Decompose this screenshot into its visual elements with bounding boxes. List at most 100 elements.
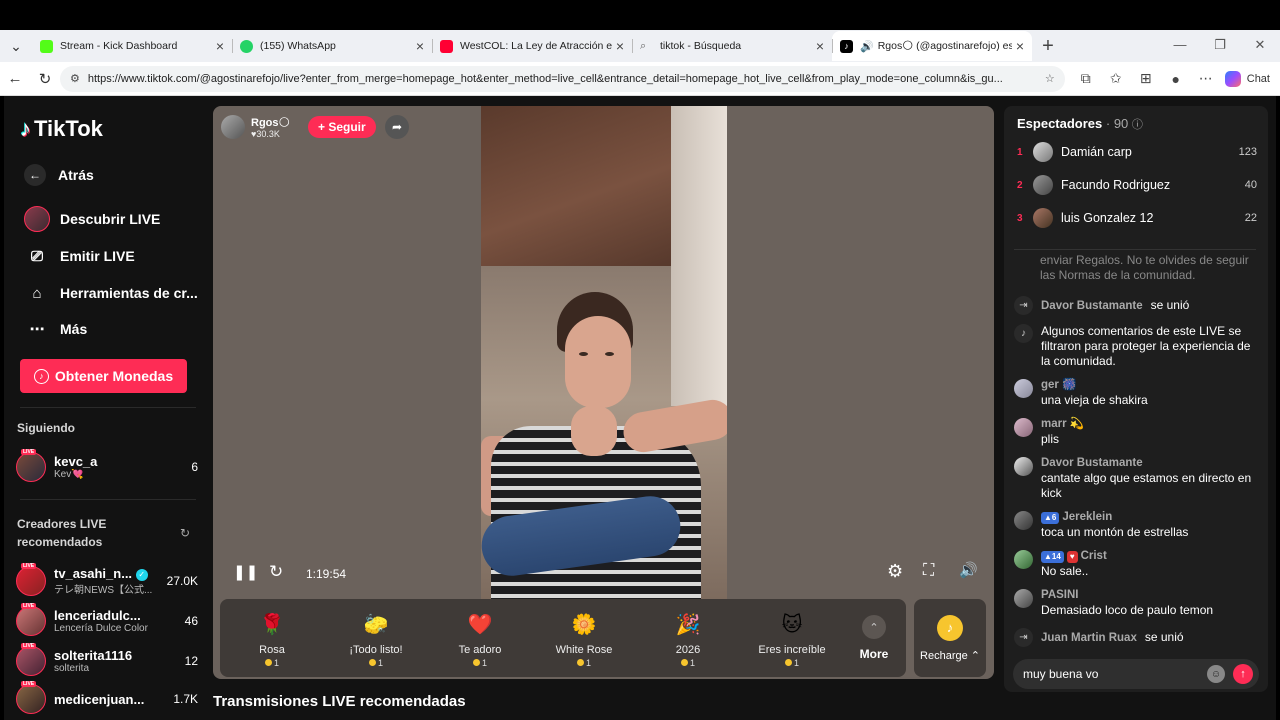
avatar[interactable]	[1014, 457, 1033, 476]
chat-user[interactable]: marr 💫	[1041, 417, 1260, 432]
site-info-icon[interactable]: ⚙	[70, 72, 80, 85]
new-tab-button[interactable]: +	[1032, 35, 1064, 58]
chat-user[interactable]: PASINI	[1041, 588, 1260, 603]
sidebar: ♪ TikTok ← Atrás Descubrir LIVE ⎚ Emitir…	[4, 96, 204, 720]
creator-item[interactable]: LIVE tv_asahi_n... ✓ テレ朝NEWS【公式... 27.0K	[16, 563, 198, 596]
chat-join-row: ⇥ Juan Martin Ruax se unió	[1014, 628, 1260, 647]
gift-item[interactable]: 🌼 White Rose 1	[532, 599, 636, 677]
refresh-icon[interactable]: ↻	[180, 526, 190, 540]
url-text: https://www.tiktok.com/@agostinarefojo/l…	[87, 72, 1003, 85]
host-avatar[interactable]	[221, 115, 245, 139]
nav-discover-live[interactable]: Descubrir LIVE	[24, 206, 160, 232]
chat-user[interactable]: ger 🎆	[1041, 378, 1260, 393]
live-video[interactable]	[481, 106, 727, 599]
copilot-chat-button[interactable]: Chat	[1221, 70, 1280, 87]
top-viewer-row[interactable]: 1 Damián carp 123	[1017, 142, 1257, 162]
top-viewer-row[interactable]: 3 luis Gonzalez 12 22	[1017, 208, 1257, 228]
gift-item[interactable]: 🌹 Rosa 1	[220, 599, 324, 677]
collections-icon[interactable]: ⊞	[1131, 70, 1161, 87]
creator-item[interactable]: LIVE lenceriadulc... Lencería Dulce Colo…	[16, 603, 198, 636]
avatar	[1033, 142, 1053, 162]
reload-stream-icon[interactable]: ↻	[269, 562, 283, 582]
chat-user[interactable]: Davor Bustamante	[1041, 456, 1260, 471]
back-icon[interactable]: ←	[0, 70, 30, 87]
emoji-icon[interactable]: ☺	[1207, 665, 1225, 683]
chat-user[interactable]: Davor Bustamante	[1041, 300, 1143, 312]
tab-list-dropdown[interactable]: ⌄	[0, 30, 32, 62]
host-name: Rgos🌕	[251, 116, 290, 129]
tab-youtube[interactable]: WestCOL: La Ley de Atracción en P ×	[432, 31, 632, 61]
menu-icon[interactable]: ⋯	[1191, 70, 1221, 87]
reload-icon[interactable]: ↻	[30, 70, 60, 88]
tab-whatsapp[interactable]: (155) WhatsApp ×	[232, 31, 432, 61]
minimize-icon[interactable]: —	[1160, 30, 1200, 60]
pause-icon[interactable]: ❚❚	[233, 563, 258, 581]
send-icon[interactable]: ↑	[1233, 664, 1253, 684]
level-badge: ▲6	[1041, 512, 1060, 524]
nav-label: Más	[60, 321, 88, 337]
profile-icon[interactable]: ●	[1161, 71, 1191, 87]
chat-input-value[interactable]: muy buena vo	[1023, 667, 1207, 681]
settings-icon[interactable]: ⚙	[887, 561, 903, 582]
user-name: solterita1116	[54, 648, 133, 663]
close-tab-icon[interactable]: ×	[816, 38, 824, 54]
tiktok-logo[interactable]: ♪ TikTok	[20, 116, 103, 142]
fullscreen-icon[interactable]: ⛶	[923, 562, 934, 580]
close-tab-icon[interactable]: ×	[1016, 38, 1024, 54]
nav-more[interactable]: ⋯ Más	[24, 316, 88, 342]
close-window-icon[interactable]: ✕	[1240, 30, 1280, 60]
tab-search[interactable]: ⌕ tiktok - Búsqueda ×	[632, 31, 832, 61]
get-coins-button[interactable]: ♪ Obtener Monedas	[20, 359, 187, 393]
more-gifts-button[interactable]: ⌃ More	[844, 599, 904, 677]
chat-input[interactable]: muy buena vo ☺ ↑	[1013, 659, 1259, 689]
chat-text: se unió	[1150, 298, 1190, 312]
info-icon[interactable]: ⓘ	[1132, 119, 1143, 131]
gift-name: Eres increíble	[758, 644, 826, 656]
avatar[interactable]	[1014, 379, 1033, 398]
coin-icon: ♪	[937, 614, 963, 641]
following-item[interactable]: LIVE kevc_a Kev💘 6	[16, 449, 198, 482]
avatar[interactable]	[1014, 418, 1033, 437]
favorites-icon[interactable]: ✩	[1101, 70, 1131, 87]
rank-number: 2	[1017, 179, 1023, 191]
chat-user[interactable]: Jereklein	[1062, 511, 1112, 523]
chat-text: plis	[1041, 432, 1060, 446]
extensions-icon[interactable]: ⧉	[1071, 70, 1101, 87]
chat-panel: Espectadores · 90 ⓘ 1 Damián carp 123 2 …	[1004, 106, 1268, 692]
youtube-icon	[440, 39, 453, 53]
recharge-button[interactable]: ♪ Recharge ⌃	[914, 599, 986, 677]
close-tab-icon[interactable]: ×	[616, 38, 624, 54]
gift-item[interactable]: 🧽 ¡Todo listo! 1	[324, 599, 428, 677]
avatar[interactable]	[1014, 550, 1033, 569]
window-controls: — ❐ ✕	[1160, 30, 1280, 60]
chat-user[interactable]: Crist	[1081, 550, 1107, 562]
share-icon[interactable]: ➦	[385, 115, 409, 139]
gift-name: Te adoro	[458, 644, 502, 656]
volume-icon[interactable]: 🔊	[959, 561, 978, 579]
host-info[interactable]: Rgos🌕 ♥30.3K	[221, 114, 290, 140]
live-player[interactable]: Rgos🌕 ♥30.3K + Seguir ➦ ❚❚ ↻ 1:19:54 ⚙ ⛶…	[213, 106, 994, 679]
tab-tiktok-live[interactable]: ♪ 🔊 Rgos🌕 (@agostinarefojo) es ×	[832, 31, 1032, 61]
chat-user[interactable]: Juan Martin Ruax	[1041, 632, 1137, 644]
user-name: kevc_a	[54, 454, 98, 469]
close-tab-icon[interactable]: ×	[416, 38, 424, 54]
creator-item[interactable]: LIVE solterita1116 solterita 12	[16, 643, 198, 676]
gift-price: 1	[577, 658, 591, 668]
maximize-icon[interactable]: ❐	[1200, 30, 1240, 60]
avatar[interactable]	[1014, 589, 1033, 608]
tab-kick[interactable]: Stream - Kick Dashboard ×	[32, 31, 232, 61]
gift-item[interactable]: 🐱 Eres increíble 1	[740, 599, 844, 677]
avatar[interactable]	[1014, 511, 1033, 530]
close-tab-icon[interactable]: ×	[216, 38, 224, 54]
back-button[interactable]: ← Atrás	[24, 164, 94, 186]
favorite-star-icon[interactable]: ☆	[1045, 72, 1055, 85]
viewers-heading[interactable]: Espectadores · 90 ⓘ	[1017, 116, 1143, 132]
gift-item[interactable]: ❤️ Te adoro 1	[428, 599, 532, 677]
follow-button[interactable]: + Seguir	[308, 116, 376, 138]
nav-go-live[interactable]: ⎚ Emitir LIVE	[24, 243, 135, 269]
creator-item[interactable]: LIVE medicenjuan... 1.7K	[16, 681, 198, 714]
nav-creator-tools[interactable]: ⌂ Herramientas de cr...	[24, 280, 197, 306]
gift-item[interactable]: 🎉 2026 1	[636, 599, 740, 677]
top-viewer-row[interactable]: 2 Facundo Rodriguez 40	[1017, 175, 1257, 195]
url-field[interactable]: ⚙ https://www.tiktok.com/@agostinarefojo…	[60, 65, 1065, 92]
